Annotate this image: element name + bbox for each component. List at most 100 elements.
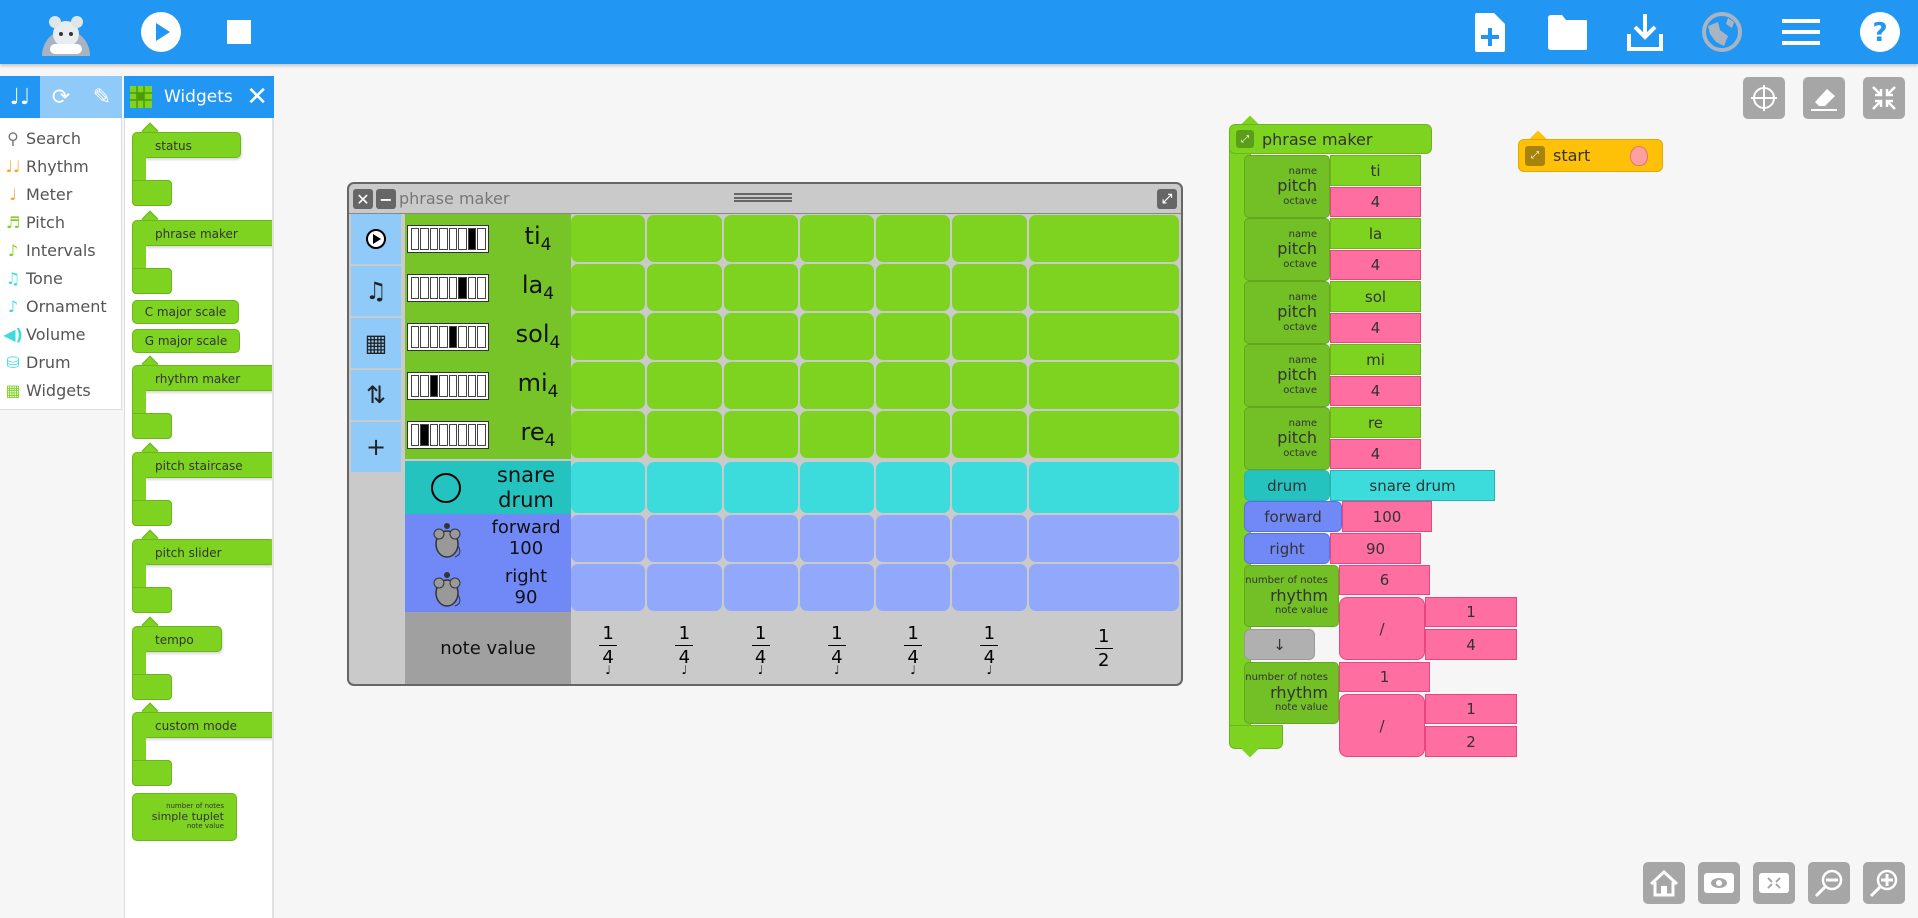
start-block[interactable]: ⤢ start — [1518, 139, 1663, 172]
grid-cell[interactable] — [952, 362, 1027, 409]
minimize-icon[interactable]: − — [376, 189, 396, 209]
note-count-value[interactable]: 6 — [1339, 565, 1430, 595]
widget-block-G-major-scale[interactable]: G major scale — [132, 329, 240, 353]
grid-cell[interactable] — [876, 411, 951, 458]
rhythm-block[interactable]: number of notes rhythm note value — [1244, 565, 1339, 627]
show-blocks-icon[interactable] — [1698, 862, 1740, 904]
palette-item-widgets[interactable]: ▦ Widgets — [0, 376, 122, 404]
palette-item-ornament[interactable]: ♪ Ornament — [0, 292, 122, 320]
clear-icon[interactable] — [1803, 77, 1845, 119]
music-notes-icon[interactable]: ♩♩ — [0, 76, 40, 118]
grid-cell[interactable] — [799, 362, 874, 409]
stop-icon[interactable] — [219, 12, 259, 52]
widget-block-pitch-slider[interactable]: pitch slider — [132, 529, 272, 613]
numerator-value[interactable]: 1 — [1425, 694, 1517, 724]
numerator-value[interactable]: 1 — [1425, 597, 1517, 627]
palette-item-search[interactable]: ⚲ Search — [0, 124, 122, 152]
grid-cell[interactable] — [723, 564, 798, 611]
grid-cell[interactable] — [952, 215, 1027, 262]
grid-cell[interactable] — [723, 462, 798, 513]
home-icon[interactable] — [1643, 862, 1685, 904]
palette-item-rhythm[interactable]: ♩♩ Rhythm — [0, 152, 122, 180]
grid-cell[interactable] — [799, 313, 874, 360]
palette-item-volume[interactable]: ◀) Volume — [0, 320, 122, 348]
grid-cell[interactable] — [952, 313, 1027, 360]
arrow-block[interactable]: ↓ — [1244, 629, 1315, 660]
erase-grid-icon[interactable]: ▦ — [351, 318, 401, 368]
row-label-pitch[interactable]: re4 — [405, 410, 571, 459]
rhythm-block[interactable]: number of notes rhythm note value — [1244, 662, 1339, 724]
grid-cell[interactable] — [571, 462, 646, 513]
grid-cell[interactable] — [952, 515, 1027, 562]
palette-item-drum[interactable]: ⛁ Drum — [0, 348, 122, 376]
grid-cell[interactable] — [952, 411, 1027, 458]
right-block[interactable]: right — [1244, 533, 1330, 564]
row-label-drum[interactable]: snare drum — [405, 461, 571, 514]
help-icon[interactable]: ? — [1860, 12, 1900, 52]
grid-cell[interactable] — [1028, 313, 1179, 360]
right-value[interactable]: 90 — [1330, 533, 1421, 564]
grid-cell[interactable] — [799, 264, 874, 311]
grid-cell[interactable] — [876, 264, 951, 311]
pitch-name-value[interactable]: la — [1330, 218, 1421, 249]
grid-cell[interactable] — [1028, 462, 1179, 513]
grid-cell[interactable] — [723, 264, 798, 311]
row-label-turtle[interactable]: forward 100 — [405, 514, 571, 563]
pitch-block[interactable]: name pitch octave — [1244, 407, 1330, 470]
expand-icon[interactable]: ⤢ — [1525, 145, 1545, 166]
pitch-block[interactable]: name pitch octave — [1244, 155, 1330, 218]
grid-cell[interactable] — [1028, 564, 1179, 611]
grid-cell[interactable] — [1028, 411, 1179, 458]
widget-block-pitch-staircase[interactable]: pitch staircase — [132, 442, 272, 526]
divide-block[interactable]: / — [1339, 694, 1425, 757]
palette-item-tone[interactable]: ♫ Tone — [0, 264, 122, 292]
pitch-name-value[interactable]: ti — [1330, 155, 1421, 186]
octave-value[interactable]: 4 — [1330, 313, 1421, 343]
close-icon[interactable]: ✕ — [353, 189, 373, 209]
grid-cell[interactable] — [1028, 264, 1179, 311]
grid-cell[interactable] — [571, 313, 646, 360]
mouse-logo-icon[interactable] — [38, 6, 94, 58]
new-file-icon[interactable] — [1470, 12, 1510, 52]
grid-cell[interactable] — [799, 462, 874, 513]
row-label-turtle[interactable]: right 90 — [405, 563, 571, 612]
widget-block-C-major-scale[interactable]: C major scale — [132, 300, 239, 324]
menu-icon[interactable] — [1781, 12, 1821, 52]
grid-cell[interactable] — [1028, 362, 1179, 409]
pitch-name-value[interactable]: re — [1330, 407, 1421, 438]
octave-value[interactable]: 4 — [1330, 439, 1421, 469]
grid-cell[interactable] — [1028, 515, 1179, 562]
grid-cell[interactable] — [571, 264, 646, 311]
octave-value[interactable]: 4 — [1330, 376, 1421, 406]
grid-cell[interactable] — [876, 362, 951, 409]
grid-cell[interactable] — [876, 515, 951, 562]
grid-cell[interactable] — [647, 313, 722, 360]
play-icon[interactable] — [351, 214, 401, 264]
collapse-icon[interactable] — [1863, 77, 1905, 119]
grid-cell[interactable] — [571, 215, 646, 262]
close-icon[interactable]: ✕ — [246, 82, 268, 112]
grid-cell[interactable] — [723, 215, 798, 262]
grid-cell[interactable] — [723, 515, 798, 562]
octave-value[interactable]: 4 — [1330, 250, 1421, 280]
expand-icon[interactable]: ⤢ — [1157, 189, 1177, 209]
palette-item-pitch[interactable]: ♬ Pitch — [0, 208, 122, 236]
grid-cell[interactable] — [876, 462, 951, 513]
grid-cell[interactable] — [647, 515, 722, 562]
grid-cell[interactable] — [799, 215, 874, 262]
drum-value[interactable]: snare drum — [1330, 470, 1495, 501]
pitch-block[interactable]: name pitch octave — [1244, 281, 1330, 344]
row-label-pitch[interactable]: la4 — [405, 263, 571, 312]
grid-cell[interactable] — [799, 411, 874, 458]
grid-cell[interactable] — [723, 313, 798, 360]
grid-cell[interactable] — [952, 564, 1027, 611]
palette-item-meter[interactable]: ♩ Meter — [0, 180, 122, 208]
grid-cell[interactable] — [647, 564, 722, 611]
widget-block-simple-tuplet[interactable]: number of notes simple tuplet note value — [132, 793, 237, 841]
grid-icon[interactable] — [1743, 77, 1785, 119]
grid-cell[interactable] — [952, 462, 1027, 513]
row-label-pitch[interactable]: ti4 — [405, 214, 571, 263]
zoom-in-icon[interactable] — [1863, 862, 1905, 904]
grid-cell[interactable] — [723, 411, 798, 458]
zoom-out-icon[interactable] — [1808, 862, 1850, 904]
